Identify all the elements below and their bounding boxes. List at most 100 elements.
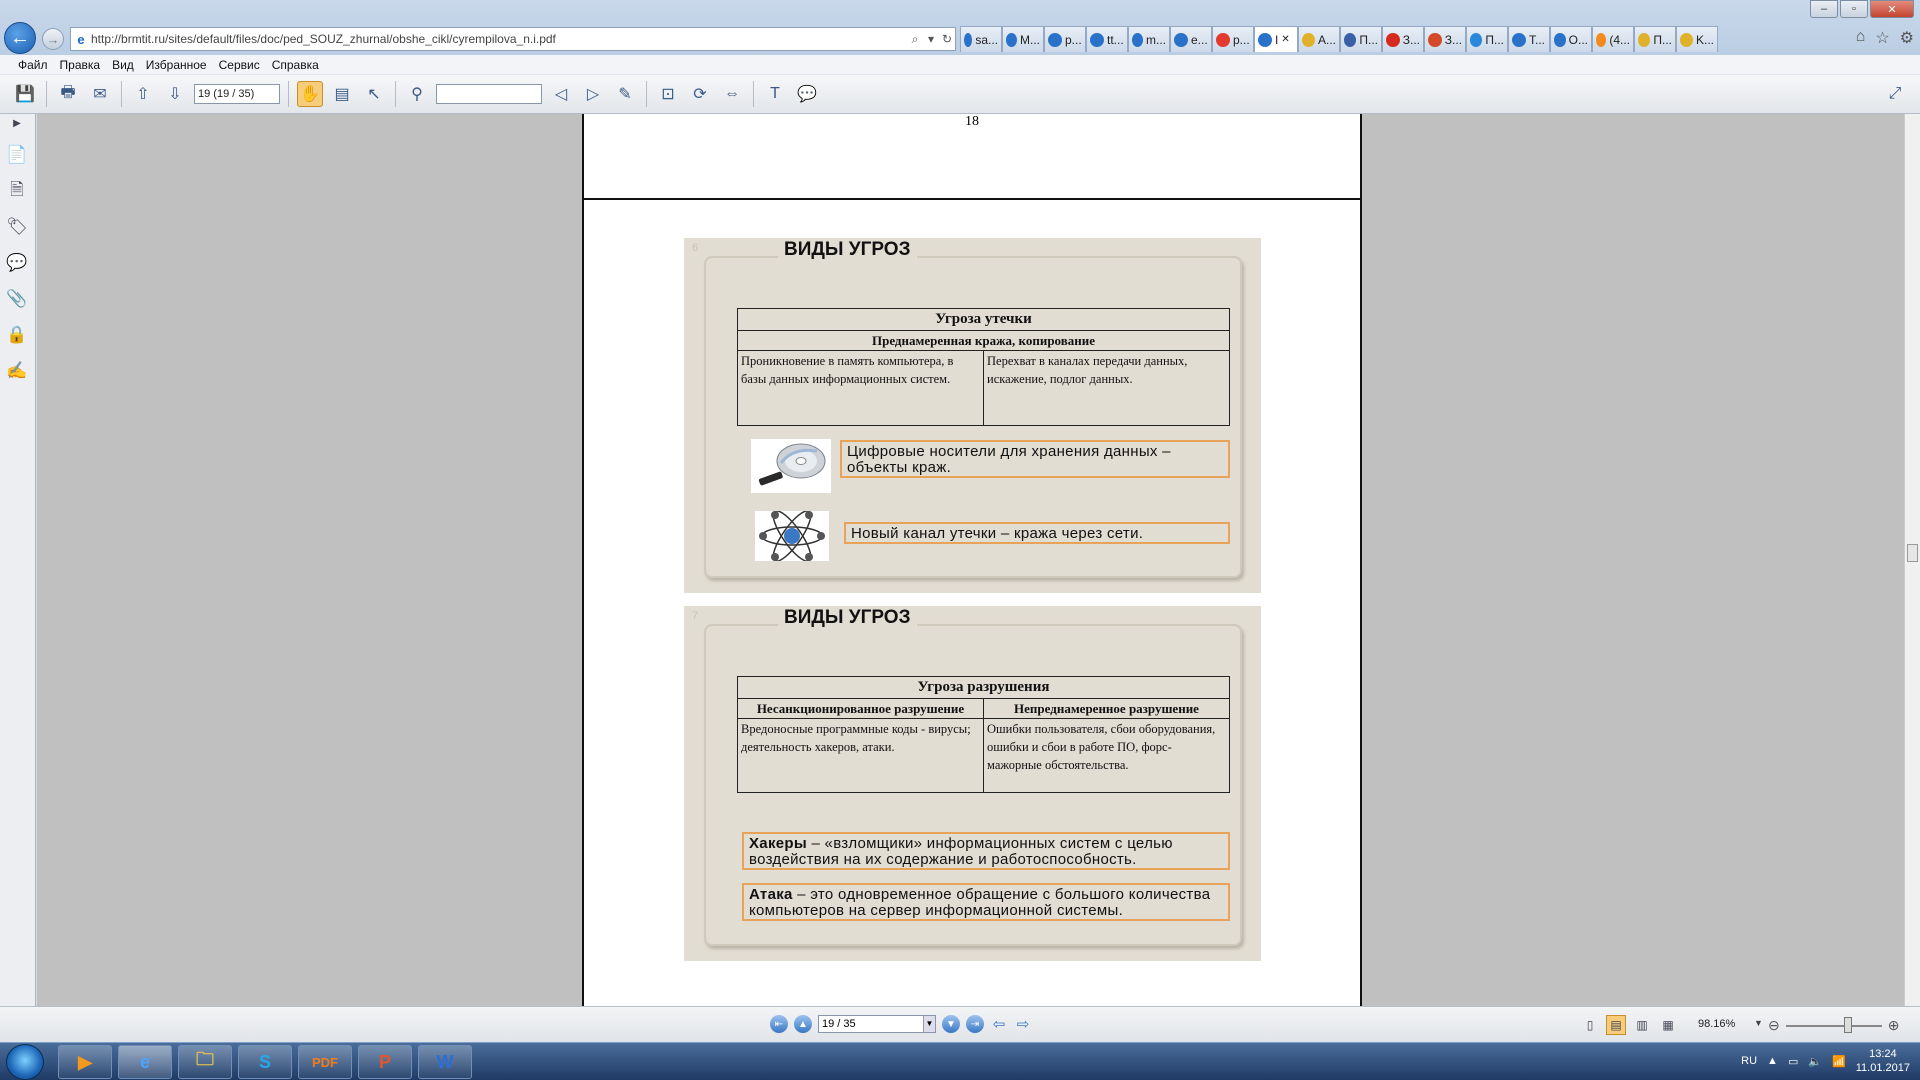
tray-expand-icon[interactable]: ▲ <box>1767 1055 1778 1067</box>
close-window-button[interactable]: ✕ <box>1870 0 1914 18</box>
powerpoint-icon[interactable]: P <box>358 1045 412 1079</box>
save-icon[interactable]: 💾 <box>12 81 38 107</box>
media-player-icon[interactable]: ▶ <box>58 1045 112 1079</box>
browser-tab[interactable]: p... <box>1044 26 1086 52</box>
previous-page-icon[interactable]: ⇧ <box>130 81 156 107</box>
menu-view[interactable]: Вид <box>112 58 134 72</box>
fit-page-icon[interactable]: ⊡ <box>655 81 681 107</box>
refresh-icon[interactable]: ↻ <box>939 32 955 46</box>
menu-help[interactable]: Справка <box>272 58 319 72</box>
zoom-in-icon[interactable]: ⊕ <box>1888 1017 1900 1034</box>
volume-icon[interactable]: 🔈 <box>1808 1055 1822 1068</box>
vertical-scrollbar[interactable] <box>1904 114 1920 1006</box>
zoom-out-icon[interactable]: ⊖ <box>1768 1017 1780 1034</box>
back-view-icon[interactable]: ⇦ <box>990 1015 1008 1033</box>
find-binoculars-icon[interactable]: ⚲ <box>404 81 430 107</box>
attachments-icon[interactable]: 📎 <box>5 286 29 312</box>
page-thumbnail-icon[interactable]: 🗎 <box>5 178 29 204</box>
menu-edit[interactable]: Правка <box>60 58 101 72</box>
start-button[interactable] <box>6 1044 44 1080</box>
two-page-view-icon[interactable]: ▥ <box>1632 1015 1652 1035</box>
browser-tab[interactable]: O... <box>1550 26 1592 52</box>
display-icon[interactable]: ▭ <box>1788 1055 1798 1068</box>
address-bar[interactable]: e http://brmtit.ru/sites/default/files/d… <box>70 27 956 51</box>
expand-icon[interactable]: ⤢ <box>1882 81 1908 107</box>
browser-tab[interactable]: П... <box>1466 26 1508 52</box>
signatures-icon[interactable]: ✍ <box>5 358 29 384</box>
browser-tab[interactable]: m... <box>1128 26 1170 52</box>
word-icon[interactable]: W <box>418 1045 472 1079</box>
browser-tab[interactable]: П... <box>1340 26 1382 52</box>
browser-tab[interactable]: З... <box>1382 26 1424 52</box>
close-tab-icon[interactable]: ✕ <box>1281 34 1289 45</box>
maximize-button[interactable]: ▫ <box>1840 0 1868 18</box>
browser-tab[interactable]: p... <box>1212 26 1254 52</box>
document-viewport[interactable]: 18 6 ВИДЫ УГРОЗ Угроза утечки Преднамере… <box>37 114 1904 1006</box>
file-explorer-icon[interactable]: 🗀 <box>178 1045 232 1079</box>
select-text-icon[interactable]: ▤ <box>329 81 355 107</box>
browser-tab[interactable]: M... <box>1002 26 1044 52</box>
chevron-down-icon[interactable]: ▼ <box>923 1016 935 1032</box>
home-icon[interactable]: ⌂ <box>1856 28 1866 48</box>
search-icon[interactable]: ⌕ <box>907 32 923 47</box>
find-input[interactable] <box>436 84 542 104</box>
language-indicator[interactable]: RU <box>1741 1055 1757 1067</box>
security-lock-icon[interactable]: 🔒 <box>5 322 29 348</box>
last-page-icon[interactable]: ⇥ <box>966 1015 984 1033</box>
rotate-icon[interactable]: ⟳ <box>687 81 713 107</box>
page-number-field[interactable]: 19 (19 / 35) <box>194 84 280 104</box>
comment-icon[interactable]: 💬 <box>794 81 820 107</box>
hand-tool-icon[interactable]: ✋ <box>297 81 323 107</box>
browser-tab[interactable]: (4... <box>1592 26 1634 52</box>
address-url[interactable]: http://brmtit.ru/sites/default/files/doc… <box>91 32 907 46</box>
browser-tab[interactable]: A... <box>1298 26 1340 52</box>
bookmarks-icon[interactable]: 🏷 <box>5 214 29 240</box>
browser-tab[interactable]: K... <box>1676 26 1718 52</box>
forward-button[interactable]: → <box>42 28 64 50</box>
network-icon[interactable]: 📶 <box>1832 1055 1846 1068</box>
next-page-icon[interactable]: ⇩ <box>162 81 188 107</box>
text-tool-icon[interactable]: T <box>762 81 788 107</box>
panel-toggle-icon[interactable]: ▶ <box>5 114 29 132</box>
select-arrow-icon[interactable]: ↖ <box>361 81 387 107</box>
browser-tab[interactable]: sa... <box>960 26 1002 52</box>
forward-view-icon[interactable]: ⇨ <box>1014 1015 1032 1033</box>
browser-tab[interactable]: tt... <box>1086 26 1128 52</box>
comments-icon[interactable]: 💬 <box>5 250 29 276</box>
clock[interactable]: 13:24 11.01.2017 <box>1856 1047 1910 1075</box>
favorites-star-icon[interactable]: ☆ <box>1875 28 1889 48</box>
minimize-button[interactable]: – <box>1810 0 1838 18</box>
browser-tab[interactable]: З... <box>1424 26 1466 52</box>
zoom-level[interactable]: 98.16% <box>1698 1018 1735 1030</box>
continuous-view-icon[interactable]: ▤ <box>1606 1015 1626 1035</box>
continuous-facing-view-icon[interactable]: ▦ <box>1658 1015 1678 1035</box>
page-number-field[interactable]: 19 / 35 ▼ <box>818 1015 936 1033</box>
sign-icon[interactable]: ✎ <box>612 81 638 107</box>
previous-page-icon[interactable]: ▲ <box>794 1015 812 1033</box>
zoom-slider[interactable]: ⊖ ⊕ <box>1768 1016 1900 1034</box>
menu-favorites[interactable]: Избранное <box>146 58 207 72</box>
first-page-icon[interactable]: ⇤ <box>770 1015 788 1033</box>
browser-tab[interactable]: e... <box>1170 26 1212 52</box>
zoom-track[interactable] <box>1785 1016 1882 1033</box>
menu-file[interactable]: Файл <box>18 58 48 72</box>
zoom-knob[interactable] <box>1843 1016 1852 1033</box>
single-page-view-icon[interactable]: ▯ <box>1580 1015 1600 1035</box>
browser-tab[interactable]: I ✕ <box>1254 26 1298 52</box>
back-button[interactable]: ← <box>4 22 36 54</box>
zoom-dropdown-icon[interactable]: ▼ <box>1754 1018 1763 1028</box>
dropdown-icon[interactable]: ▾ <box>923 32 939 46</box>
scrollbar-thumb[interactable] <box>1907 544 1918 562</box>
fit-width-icon[interactable]: ⇔ <box>719 81 745 107</box>
email-icon[interactable]: ✉ <box>87 81 113 107</box>
pdf-reader-icon[interactable]: PDF <box>298 1045 352 1079</box>
settings-gear-icon[interactable]: ⚙ <box>1900 28 1914 48</box>
internet-explorer-icon[interactable]: e <box>118 1045 172 1079</box>
pages-panel-icon[interactable]: 📄 <box>5 142 29 168</box>
next-page-icon[interactable]: ▼ <box>942 1015 960 1033</box>
menu-tools[interactable]: Сервис <box>219 58 260 72</box>
find-next-icon[interactable]: ▷ <box>580 81 606 107</box>
find-previous-icon[interactable]: ◁ <box>548 81 574 107</box>
print-icon[interactable]: 🖶 <box>55 81 81 107</box>
skype-icon[interactable]: S <box>238 1045 292 1079</box>
